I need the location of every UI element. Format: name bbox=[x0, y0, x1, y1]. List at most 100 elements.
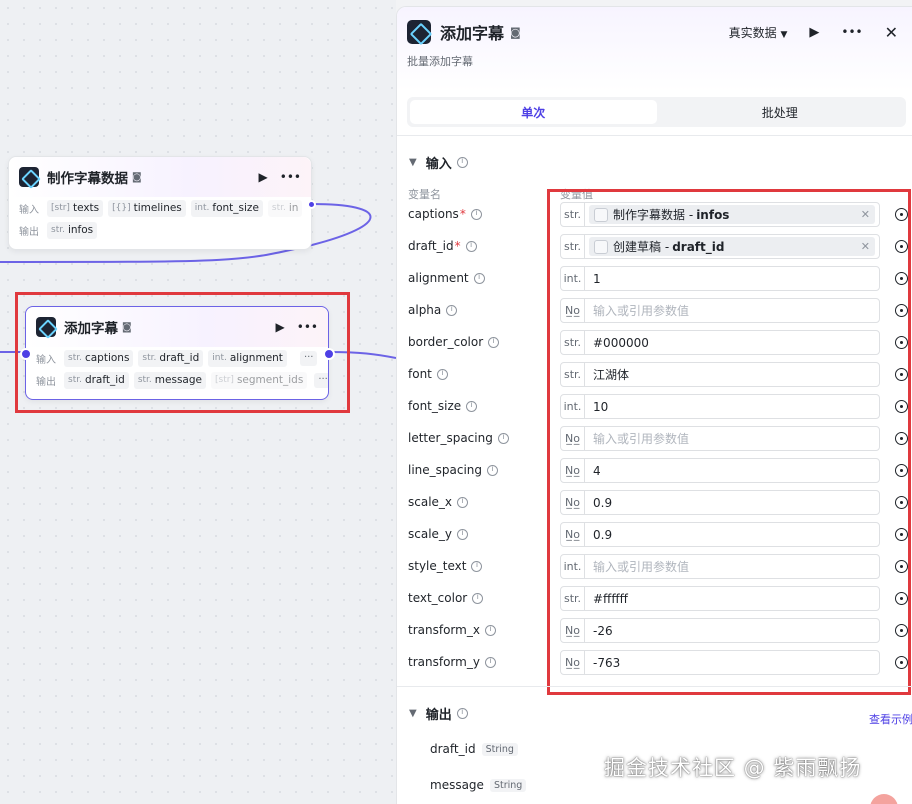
output-chip: [str] segment_ids bbox=[211, 371, 308, 389]
reference-target-icon[interactable] bbox=[895, 624, 908, 637]
reference-target-icon[interactable] bbox=[895, 368, 908, 381]
tab-batch[interactable]: 批处理 bbox=[657, 100, 904, 124]
more-icon[interactable]: ••• bbox=[280, 170, 301, 184]
param-row-draft-id: draft_id* str. 创建草稿 - draft_id ✕ bbox=[397, 231, 912, 263]
plugin-logo-icon bbox=[407, 20, 431, 44]
more-outputs-icon[interactable]: ··· bbox=[314, 372, 328, 388]
view-example-link[interactable]: 查看示例 bbox=[869, 711, 912, 727]
type-badge: String bbox=[481, 742, 518, 756]
param-input-style-text[interactable]: int. 输入或引用参数值 bbox=[560, 554, 880, 579]
panel-title: 添加字幕 bbox=[440, 24, 505, 43]
param-input-letter-spacing[interactable]: N̲o̲ 输入或引用参数值 bbox=[560, 426, 880, 451]
reference-target-icon[interactable] bbox=[895, 336, 908, 349]
close-icon[interactable]: ✕ bbox=[885, 23, 898, 42]
output-port[interactable] bbox=[323, 348, 335, 360]
clear-icon[interactable]: ✕ bbox=[861, 240, 870, 253]
input-chip: str. captions bbox=[64, 349, 134, 367]
node-outputs-row: 输出 str. draft_id str. message [str] segment… bbox=[26, 369, 328, 391]
more-inputs-icon[interactable]: ··· bbox=[299, 350, 318, 366]
tag-icon: ◙ bbox=[122, 321, 132, 333]
output-chip: str. draft_id bbox=[64, 371, 129, 389]
param-input-transform-x[interactable]: N̲o̲ -26 bbox=[560, 618, 880, 643]
node-header: 添加字幕 ◙ ▶ ••• bbox=[26, 307, 328, 347]
reference-target-icon[interactable] bbox=[895, 272, 908, 285]
panel-header: 添加字幕 ◙ 真实数据 ▼ ▶ ••• ✕ 批量添加字幕 bbox=[397, 7, 912, 91]
info-icon bbox=[497, 432, 509, 444]
data-mode-select[interactable]: 真实数据 ▼ bbox=[729, 24, 788, 41]
info-icon bbox=[484, 656, 496, 668]
reference-target-icon[interactable] bbox=[895, 656, 908, 669]
param-input-alpha[interactable]: N̲o̲ 输入或引用参数值 bbox=[560, 298, 880, 323]
reference-target-icon[interactable] bbox=[895, 240, 908, 253]
output-section-header[interactable]: ▼ 输出 bbox=[409, 704, 468, 723]
param-row-text-color: text_color str.#ffffff bbox=[397, 583, 912, 615]
param-row-line-spacing: line_spacing N̲o̲4 bbox=[397, 455, 912, 487]
node-config-panel: 添加字幕 ◙ 真实数据 ▼ ▶ ••• ✕ 批量添加字幕 单次 批处理 ▼ 输入… bbox=[396, 6, 912, 804]
run-icon[interactable]: ▶ bbox=[259, 170, 268, 184]
reference-target-icon[interactable] bbox=[895, 400, 908, 413]
info-icon bbox=[470, 208, 482, 220]
divider bbox=[397, 686, 912, 687]
param-row-transform-x: transform_x N̲o̲-26 bbox=[397, 615, 912, 647]
reference-chip[interactable]: 创建草稿 - draft_id ✕ bbox=[589, 237, 875, 256]
reference-target-icon[interactable] bbox=[895, 592, 908, 605]
info-icon bbox=[465, 240, 477, 252]
node-inputs-row: 输入 str. captions str. draft_id int. alignme… bbox=[26, 347, 328, 369]
reference-target-icon[interactable] bbox=[895, 528, 908, 541]
input-section-header[interactable]: ▼ 输入 bbox=[409, 153, 468, 172]
reference-chip[interactable]: 制作字幕数据 - infos ✕ bbox=[589, 205, 875, 224]
param-input-font[interactable]: str. 江湖体 bbox=[560, 362, 880, 387]
node-title: 添加字幕 bbox=[64, 321, 118, 337]
tab-single[interactable]: 单次 bbox=[410, 100, 657, 124]
more-icon[interactable]: ••• bbox=[841, 25, 862, 39]
param-input-scale-y[interactable]: N̲o̲ 0.9 bbox=[560, 522, 880, 547]
clear-icon[interactable]: ✕ bbox=[861, 208, 870, 221]
node-add-captions[interactable]: 添加字幕 ◙ ▶ ••• 输入 str. captions str. draft_i… bbox=[20, 306, 335, 400]
node-inputs-row: 输入 [str] texts [{}] timelines int. font_siz… bbox=[9, 197, 311, 219]
param-input-border-color[interactable]: str. #000000 bbox=[560, 330, 880, 355]
param-input-font-size[interactable]: int. 10 bbox=[560, 394, 880, 419]
param-input-alignment[interactable]: int. 1 bbox=[560, 266, 880, 291]
node-ref-icon bbox=[594, 207, 608, 222]
param-input-draft-id[interactable]: str. 创建草稿 - draft_id ✕ bbox=[560, 234, 880, 259]
input-chip: [{}] timelines bbox=[108, 199, 186, 217]
input-chip: [str] texts bbox=[47, 199, 104, 217]
type-badge: String bbox=[489, 778, 527, 792]
input-chip: str. draft_id bbox=[138, 349, 204, 367]
param-input-scale-x[interactable]: N̲o̲ 0.9 bbox=[560, 490, 880, 515]
param-input-transform-y[interactable]: N̲o̲ -763 bbox=[560, 650, 880, 675]
reference-target-icon[interactable] bbox=[895, 464, 908, 477]
reference-target-icon[interactable] bbox=[895, 496, 908, 509]
input-port[interactable] bbox=[20, 348, 32, 360]
reference-target-icon[interactable] bbox=[895, 304, 908, 317]
node-header: 制作字幕数据 ◙ ▶ ••• bbox=[9, 157, 311, 197]
run-mode-tabs: 单次 批处理 bbox=[407, 97, 906, 127]
node-ref-icon bbox=[594, 239, 608, 254]
node-outputs-row: 输出 str. infos bbox=[9, 219, 311, 241]
tag-icon: ◙ bbox=[132, 171, 142, 183]
param-row-captions: captions* str. 制作字幕数据 - infos ✕ bbox=[397, 199, 912, 231]
param-row-scale-y: scale_y N̲o̲0.9 bbox=[397, 519, 912, 551]
workflow-canvas[interactable]: 制作字幕数据 ◙ ▶ ••• 输入 [str] texts [{}] timelin… bbox=[0, 0, 396, 804]
run-icon[interactable]: ▶ bbox=[276, 320, 285, 334]
reference-target-icon[interactable] bbox=[895, 560, 908, 573]
node-title: 制作字幕数据 bbox=[47, 171, 128, 187]
param-input-captions[interactable]: str. 制作字幕数据 - infos ✕ bbox=[560, 202, 880, 227]
info-icon bbox=[457, 528, 469, 540]
output-port[interactable] bbox=[307, 200, 316, 209]
param-row-transform-y: transform_y N̲o̲-763 bbox=[397, 647, 912, 679]
reference-target-icon[interactable] bbox=[895, 208, 908, 221]
info-icon bbox=[487, 464, 499, 476]
reference-target-icon[interactable] bbox=[895, 432, 908, 445]
more-icon[interactable]: ••• bbox=[297, 320, 318, 334]
node-make-caption-data[interactable]: 制作字幕数据 ◙ ▶ ••• 输入 [str] texts [{}] timelin… bbox=[8, 156, 316, 250]
chevron-down-icon: ▼ bbox=[409, 708, 417, 719]
info-icon bbox=[436, 368, 448, 380]
info-icon bbox=[466, 400, 478, 412]
param-input-text-color[interactable]: str. #ffffff bbox=[560, 586, 880, 611]
connection-lines bbox=[0, 203, 396, 359]
output-row-message: message String bbox=[430, 778, 527, 792]
run-icon[interactable]: ▶ bbox=[809, 25, 819, 40]
info-icon bbox=[456, 707, 468, 719]
param-input-line-spacing[interactable]: N̲o̲ 4 bbox=[560, 458, 880, 483]
